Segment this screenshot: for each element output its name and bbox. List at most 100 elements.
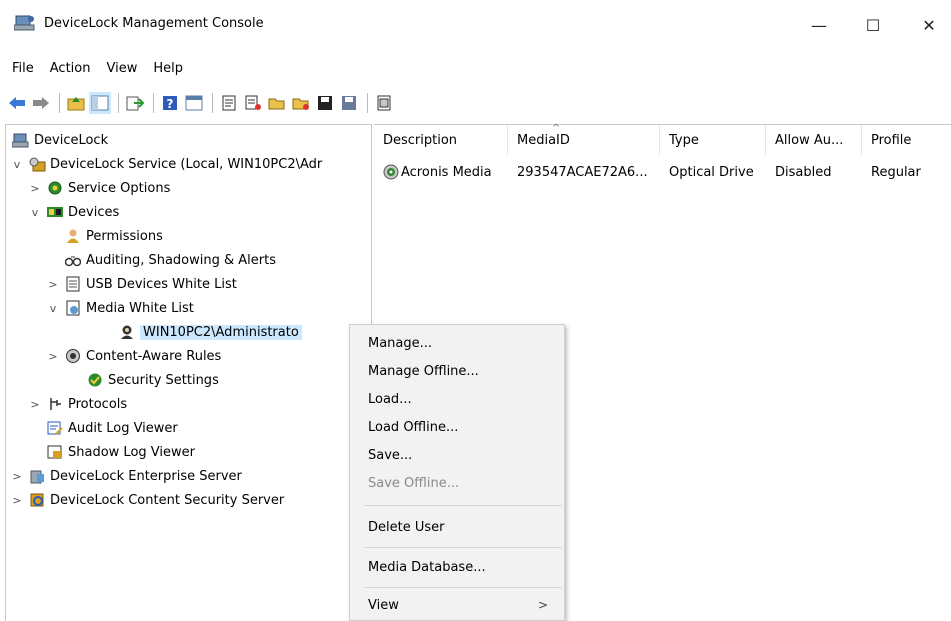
computer-icon bbox=[12, 131, 30, 149]
toolbar-separator bbox=[212, 93, 213, 113]
tree-item-content-security-server[interactable]: > DeviceLock Content Security Server bbox=[10, 489, 284, 511]
tree-item-service-options[interactable]: > Service Options bbox=[28, 177, 170, 199]
title-bar: DeviceLock Management Console — ☐ ✕ bbox=[0, 0, 951, 52]
menu-action[interactable]: Action bbox=[42, 58, 99, 80]
tree-item-audit-log-viewer[interactable]: Audit Log Viewer bbox=[46, 417, 178, 439]
window-title: DeviceLock Management Console bbox=[44, 16, 264, 31]
permissions-icon bbox=[64, 227, 82, 245]
forward-icon[interactable] bbox=[30, 92, 52, 114]
tree-item-auditing[interactable]: Auditing, Shadowing & Alerts bbox=[64, 249, 276, 271]
save-icon[interactable] bbox=[314, 92, 336, 114]
policy-add-icon[interactable] bbox=[242, 92, 264, 114]
toolbar: ? bbox=[0, 88, 951, 118]
context-menu-save-offline: Save Offline... bbox=[368, 475, 460, 491]
context-menu: Manage... Manage Offline... Load... Load… bbox=[349, 324, 565, 621]
save-offline-icon[interactable] bbox=[338, 92, 360, 114]
tree-item-permissions[interactable]: Permissions bbox=[64, 225, 163, 247]
maximize-button[interactable]: ☐ bbox=[850, 10, 896, 40]
column-header-description[interactable]: Description bbox=[374, 125, 508, 155]
tree-item-devicelock[interactable]: DeviceLock bbox=[12, 129, 108, 151]
column-header-mediaid-label: MediaID bbox=[517, 132, 570, 148]
binoculars-icon bbox=[64, 251, 82, 269]
tree-item-security-settings[interactable]: Security Settings bbox=[86, 369, 219, 391]
context-menu-manage-offline[interactable]: Manage Offline... bbox=[350, 359, 564, 383]
report-icon[interactable] bbox=[373, 92, 395, 114]
context-menu-separator bbox=[364, 547, 562, 548]
context-menu-delete-user[interactable]: Delete User bbox=[350, 515, 564, 539]
collapsed-chevron-icon[interactable]: > bbox=[28, 398, 42, 411]
help-icon[interactable]: ? bbox=[159, 92, 181, 114]
app-computer-icon bbox=[13, 14, 36, 32]
context-menu-separator bbox=[364, 587, 562, 588]
content-rules-icon bbox=[64, 347, 82, 365]
tree-item-usb-white-list[interactable]: > USB Devices White List bbox=[48, 273, 237, 295]
security-icon bbox=[86, 371, 104, 389]
user-icon bbox=[118, 323, 136, 341]
context-menu-load-offline[interactable]: Load Offline... bbox=[350, 415, 564, 439]
column-header-mediaid[interactable]: MediaID ^ bbox=[508, 123, 660, 155]
enterprise-server-icon bbox=[28, 467, 46, 485]
collapsed-chevron-icon[interactable]: > bbox=[46, 278, 60, 291]
shadow-log-icon bbox=[46, 443, 64, 461]
menu-help[interactable]: Help bbox=[145, 58, 191, 80]
service-icon bbox=[28, 155, 46, 173]
gear-icon bbox=[46, 179, 64, 197]
open-offline-icon[interactable] bbox=[290, 92, 312, 114]
content-server-icon bbox=[28, 491, 46, 509]
up-folder-icon[interactable] bbox=[65, 92, 87, 114]
menu-bar: File Action View Help bbox=[0, 58, 191, 80]
audit-log-icon bbox=[46, 419, 64, 437]
toolbar-separator bbox=[367, 93, 368, 113]
svg-text:?: ? bbox=[167, 97, 174, 111]
tree-item-devices[interactable]: v Devices bbox=[28, 201, 120, 223]
list-row[interactable]: Acronis Media 293547ACAE72A6... Optical … bbox=[374, 161, 951, 183]
tree-item-protocols[interactable]: > Protocols bbox=[28, 393, 127, 415]
optical-disc-icon bbox=[383, 164, 399, 180]
expanded-chevron-icon[interactable]: v bbox=[28, 206, 42, 219]
close-button[interactable]: ✕ bbox=[906, 10, 951, 40]
minimize-button[interactable]: — bbox=[796, 10, 842, 40]
submenu-arrow-icon: > bbox=[537, 598, 548, 612]
toolbar-separator bbox=[153, 93, 154, 113]
collapsed-chevron-icon[interactable]: > bbox=[10, 470, 24, 483]
context-menu-save[interactable]: Save... bbox=[350, 443, 564, 467]
usb-list-icon bbox=[64, 275, 82, 293]
toolbar-separator bbox=[59, 93, 60, 113]
devices-icon bbox=[46, 203, 64, 221]
export-icon[interactable] bbox=[124, 92, 146, 114]
sort-ascending-icon: ^ bbox=[552, 123, 561, 134]
tree-item-devicelock-service[interactable]: v DeviceLock Service (Local, WIN10PC2\Ad… bbox=[10, 153, 322, 175]
properties-icon[interactable] bbox=[183, 92, 205, 114]
collapsed-chevron-icon[interactable]: > bbox=[46, 350, 60, 363]
context-menu-manage[interactable]: Manage... bbox=[350, 331, 564, 355]
open-icon[interactable] bbox=[266, 92, 288, 114]
context-menu-separator bbox=[364, 505, 562, 506]
tree-item-shadow-log-viewer[interactable]: Shadow Log Viewer bbox=[46, 441, 195, 463]
column-header-profile[interactable]: Profile bbox=[862, 125, 951, 155]
context-menu-load[interactable]: Load... bbox=[350, 387, 564, 411]
toolbar-separator bbox=[118, 93, 119, 113]
tree-item-content-aware-rules[interactable]: > Content-Aware Rules bbox=[48, 345, 221, 367]
cell-description: Acronis Media bbox=[374, 164, 508, 180]
collapsed-chevron-icon[interactable]: > bbox=[10, 494, 24, 507]
protocols-icon bbox=[46, 395, 64, 413]
tree-item-media-white-list[interactable]: v Media White List bbox=[50, 297, 194, 319]
menu-file[interactable]: File bbox=[0, 58, 42, 80]
policy-icon[interactable] bbox=[218, 92, 240, 114]
collapsed-chevron-icon[interactable]: > bbox=[28, 182, 42, 195]
tree-pane[interactable]: DeviceLock v DeviceLock Service (Local, … bbox=[5, 124, 372, 621]
context-menu-view[interactable]: View > bbox=[350, 593, 564, 617]
expanded-chevron-icon[interactable]: v bbox=[46, 302, 60, 315]
column-header-allow-au[interactable]: Allow Au... bbox=[766, 125, 862, 155]
show-tree-icon[interactable] bbox=[89, 92, 111, 114]
context-menu-media-database[interactable]: Media Database... bbox=[350, 555, 564, 579]
cell-allow-au: Disabled bbox=[775, 164, 832, 180]
expanded-chevron-icon[interactable]: v bbox=[10, 158, 24, 171]
menu-view[interactable]: View bbox=[98, 58, 145, 80]
tree-item-enterprise-server[interactable]: > DeviceLock Enterprise Server bbox=[10, 465, 242, 487]
context-menu-view-label: View bbox=[368, 597, 399, 613]
column-header-type[interactable]: Type bbox=[660, 125, 766, 155]
tree-item-user-administrator[interactable]: WIN10PC2\Administrato bbox=[118, 321, 302, 343]
back-icon[interactable] bbox=[6, 92, 28, 114]
cell-profile: Regular bbox=[871, 164, 921, 180]
